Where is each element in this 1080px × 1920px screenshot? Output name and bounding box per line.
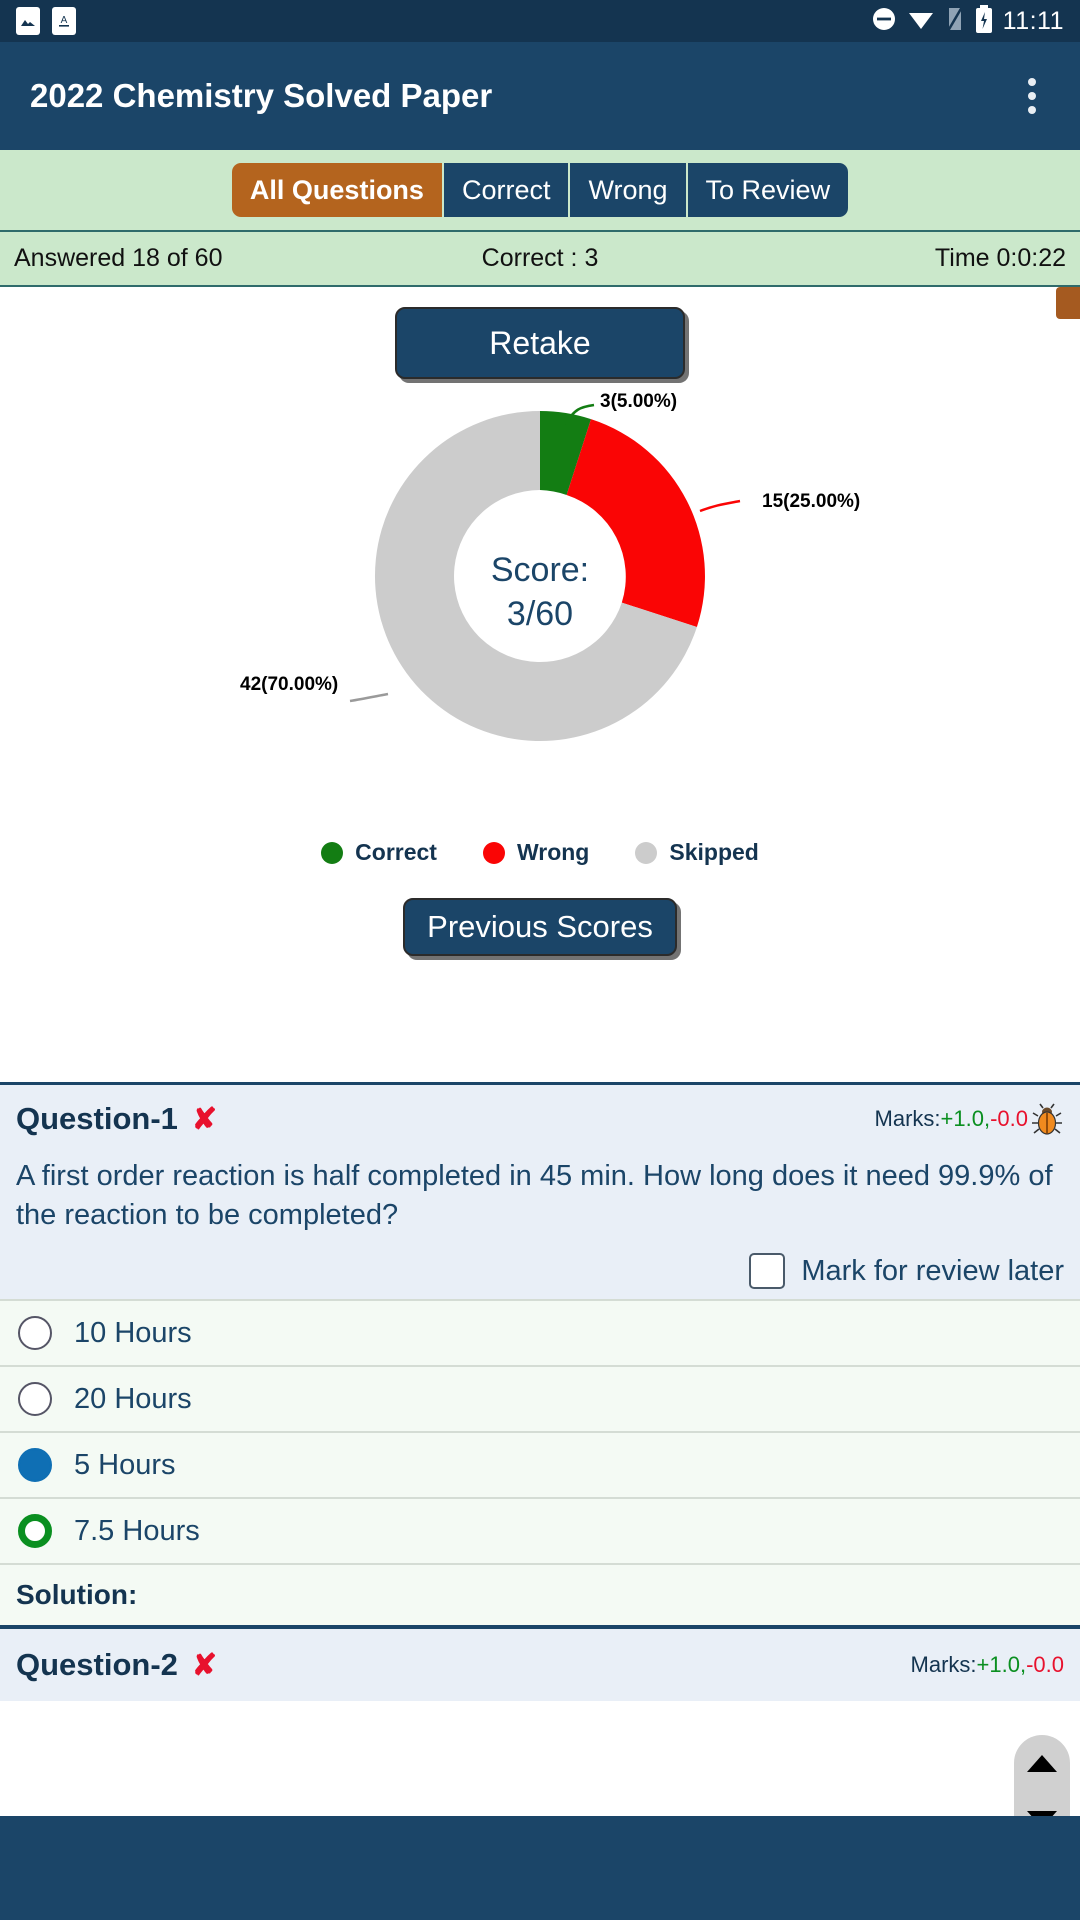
question-number: Question-1 (16, 1101, 178, 1136)
donut-label-correct: 3(5.00%) (600, 391, 678, 412)
option-label: 20 Hours (74, 1382, 192, 1415)
marks-prefix: Marks: (874, 1106, 941, 1131)
side-drawer-handle[interactable] (1056, 287, 1080, 319)
system-status-bar: A 11:11 (0, 0, 1080, 42)
question-header: Question-1 ✘ Marks: +1.0, -0.0 (16, 1101, 1064, 1137)
option-label: 5 Hours (74, 1448, 176, 1481)
app-root: A 11:11 2022 Chemistry Solved Paper All … (0, 0, 1080, 1920)
marks-negative: -0.0 (1026, 1652, 1064, 1678)
bug-report-icon[interactable] (1030, 1102, 1064, 1136)
battery-charging-icon (975, 4, 993, 38)
status-clock: 11:11 (1002, 6, 1064, 35)
legend-label-correct: Correct (355, 839, 437, 865)
app-bar: 2022 Chemistry Solved Paper (0, 42, 1080, 150)
marks-positive: +1.0, (976, 1652, 1027, 1678)
leader-line-wrong (699, 499, 741, 513)
score-label: Score: (490, 551, 590, 589)
radio-icon[interactable] (18, 1316, 52, 1351)
donut-label-wrong: 15(25.00%) (762, 491, 861, 512)
legend-dot-wrong (482, 841, 505, 864)
legend-item-correct: Correct (321, 839, 437, 866)
option-label: 10 Hours (74, 1316, 192, 1349)
score-center-text: Score: 3/60 (425, 549, 655, 636)
font-size-icon: A (52, 7, 76, 35)
page-title: 2022 Chemistry Solved Paper (30, 77, 493, 114)
result-summary-panel: Retake 3(5.00%) 15(25.00%) 42(70.00%) Sc… (0, 287, 1080, 1082)
option-row[interactable]: 20 Hours (0, 1365, 1080, 1432)
radio-correct-icon[interactable] (18, 1514, 52, 1549)
status-system-icons: 11:11 (871, 4, 1064, 38)
answered-count: Answered 18 of 60 (14, 244, 223, 272)
cross-mark-icon: ✘ (191, 1102, 218, 1136)
tab-wrong[interactable]: Wrong (568, 163, 686, 217)
question-card-next[interactable]: Question-2 ✘ Marks: +1.0, -0.0 (0, 1625, 1080, 1702)
previous-scores-button[interactable]: Previous Scores (403, 898, 677, 956)
option-row-correct[interactable]: 7.5 Hours (0, 1497, 1080, 1564)
solution-label: Solution: (16, 1579, 138, 1611)
question-text: A first order reaction is half completed… (16, 1160, 1053, 1232)
retake-button[interactable]: Retake (395, 307, 685, 379)
elapsed-time: Time 0:0:22 (934, 244, 1067, 272)
wifi-icon (907, 8, 935, 35)
mark-for-review-label: Mark for review later (801, 1254, 1064, 1287)
marks-info: Marks: +1.0, -0.0 (875, 1102, 1064, 1136)
retake-row: Retake (0, 287, 1080, 379)
legend-dot-correct (321, 841, 344, 864)
question-number: Question-2 (16, 1647, 178, 1683)
tab-to-review[interactable]: To Review (685, 163, 849, 217)
marks-prefix: Marks: (910, 1652, 977, 1678)
radio-icon[interactable] (18, 1382, 52, 1417)
kebab-dot (1028, 92, 1036, 100)
marks-positive: +1.0, (940, 1106, 991, 1131)
donut-label-skipped: 42(70.00%) (240, 674, 339, 695)
filter-tab-group: All Questions Correct Wrong To Review (231, 163, 849, 217)
legend-label-skipped: Skipped (669, 839, 759, 865)
marks-negative: -0.0 (990, 1106, 1028, 1131)
bottom-navigation-bar (0, 1816, 1080, 1920)
score-donut-chart: 3(5.00%) 15(25.00%) 42(70.00%) Score: 3/… (0, 391, 1080, 831)
legend-label-wrong: Wrong (516, 839, 590, 865)
image-icon (16, 7, 40, 35)
marks-info: Marks: +1.0, -0.0 (911, 1652, 1064, 1678)
previous-scores-row: Previous Scores (0, 898, 1080, 956)
stats-bar: Answered 18 of 60 Correct : 3 Time 0:0:2… (0, 230, 1080, 287)
chart-legend: Correct Wrong Skipped (0, 839, 1080, 866)
do-not-disturb-icon (871, 6, 897, 37)
tab-all-questions[interactable]: All Questions (231, 163, 442, 217)
option-row[interactable]: 10 Hours (0, 1299, 1080, 1366)
question-card: Question-1 ✘ Marks: +1.0, -0.0 A first o… (0, 1082, 1080, 1300)
solution-row: Solution: (0, 1563, 1080, 1626)
leader-line-skipped (349, 692, 389, 703)
correct-count: Correct : 3 (481, 244, 599, 272)
tab-correct[interactable]: Correct (441, 163, 569, 217)
svg-text:A: A (61, 15, 68, 26)
option-row-selected[interactable]: 5 Hours (0, 1431, 1080, 1498)
signal-icon (945, 5, 965, 37)
legend-item-skipped: Skipped (635, 839, 759, 866)
option-label: 7.5 Hours (74, 1514, 200, 1547)
legend-dot-skipped (635, 841, 658, 864)
radio-selected-icon[interactable] (18, 1448, 52, 1483)
kebab-menu-icon[interactable] (1014, 68, 1050, 124)
filter-tab-bar: All Questions Correct Wrong To Review (0, 150, 1080, 230)
kebab-dot (1028, 78, 1036, 86)
status-notification-icons: A (16, 7, 76, 35)
score-value: 3/60 (506, 594, 574, 633)
cross-mark-icon: ✘ (191, 1648, 218, 1682)
kebab-dot (1028, 106, 1036, 114)
chevron-up-icon[interactable] (1027, 1754, 1057, 1772)
mark-for-review-checkbox[interactable] (749, 1253, 786, 1290)
legend-item-wrong: Wrong (482, 839, 590, 866)
mark-for-review-row[interactable]: Mark for review later (16, 1253, 1064, 1290)
